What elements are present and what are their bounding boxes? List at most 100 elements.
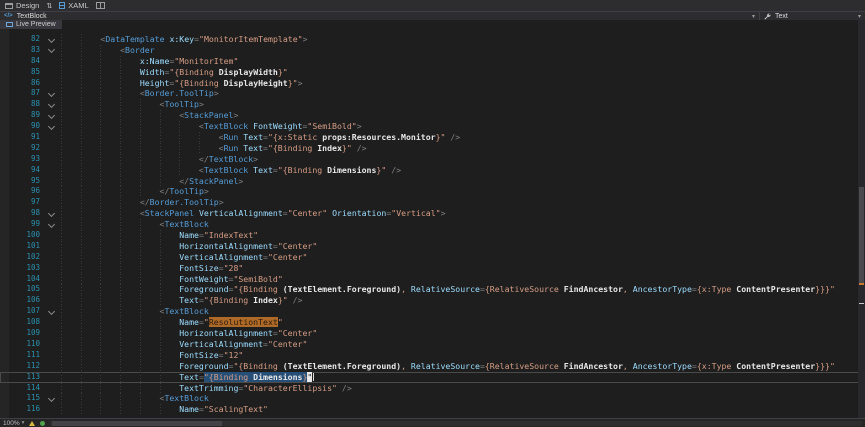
code-line[interactable]: 106Text="{Binding Index}" /> [0, 295, 865, 306]
live-preview-tab[interactable]: Live Preview [0, 20, 62, 29]
code-text[interactable]: Name="IndexText" [61, 230, 865, 241]
property-dropdown[interactable]: Text ▾ [760, 12, 865, 20]
token: ToolTip [164, 99, 199, 109]
code-line[interactable]: 83<Border [0, 45, 865, 56]
zoom-control[interactable]: 100% ▾ [3, 420, 24, 427]
code-text[interactable]: Foreground="{Binding (TextElement.Foregr… [61, 361, 865, 372]
code-line[interactable]: 116Name="ScalingText" [0, 404, 865, 415]
code-line[interactable]: 82<DataTemplate x:Key="MonitorItemTempla… [0, 34, 865, 45]
code-line[interactable]: 87<Border.ToolTip> [0, 88, 865, 99]
code-text[interactable]: Foreground="{Binding (TextElement.Foregr… [61, 284, 865, 295]
code-text[interactable]: FontWeight="SemiBold" [61, 274, 865, 285]
code-text[interactable]: Text="{Binding Dimensions}" [61, 372, 865, 383]
code-line[interactable]: 111FontSize="12" [0, 350, 865, 361]
code-text[interactable]: </Border.ToolTip> [61, 197, 865, 208]
line-number: 114 [0, 383, 44, 394]
code-line[interactable]: 84x:Name="MonitorItem" [0, 56, 865, 67]
code-text[interactable]: FontSize="12" [61, 350, 865, 361]
code-text[interactable]: <TextBlock [61, 393, 865, 404]
code-line[interactable]: 114 TextTrimming="CharacterEllipsis" /> [0, 383, 865, 394]
element-dropdown[interactable]: </> TextBlock ▾ [0, 12, 760, 20]
fold-toggle[interactable] [44, 121, 61, 132]
code-text[interactable]: <StackPanel VerticalAlignment="Center" O… [61, 208, 865, 219]
code-text[interactable]: HorizontalAlignment="Center" [61, 241, 865, 252]
code-line[interactable]: 93</TextBlock> [0, 154, 865, 165]
fold-toggle[interactable] [44, 219, 61, 230]
code-line[interactable]: 99<TextBlock [0, 219, 865, 230]
fold-toggle[interactable] [44, 393, 61, 404]
code-text[interactable]: </TextBlock> [61, 154, 865, 165]
code-line[interactable]: 96</ToolTip> [0, 186, 865, 197]
code-line[interactable]: 100Name="IndexText" [0, 230, 865, 241]
code-line[interactable]: 112Foreground="{Binding (TextElement.For… [0, 361, 865, 372]
code-line[interactable]: 92<Run Text="{Binding Index}" /> [0, 143, 865, 154]
code-line[interactable]: 108Name="ResolutionText" [0, 317, 865, 328]
warning-icon[interactable] [29, 421, 35, 426]
code-text[interactable]: <Border.ToolTip> [61, 88, 865, 99]
code-text[interactable]: <StackPanel> [61, 110, 865, 121]
code-text[interactable]: VerticalAlignment="Center" [61, 252, 865, 263]
status-ok-icon[interactable] [40, 421, 45, 426]
code-line[interactable]: 103FontSize="28" [0, 263, 865, 274]
code-line[interactable]: 115<TextBlock [0, 393, 865, 404]
code-line[interactable]: 104FontWeight="SemiBold" [0, 274, 865, 285]
code-line[interactable]: 88<ToolTip> [0, 99, 865, 110]
code-text[interactable]: </StackPanel> [61, 176, 865, 187]
code-line[interactable]: 107<TextBlock [0, 306, 865, 317]
code-text[interactable]: <Run Text="{x:Static props:Resources.Mon… [61, 132, 865, 143]
code-text[interactable]: <DataTemplate x:Key="MonitorItemTemplate… [61, 34, 865, 45]
code-text[interactable]: <TextBlock [61, 219, 865, 230]
hscrollbar-thumb[interactable] [52, 421, 222, 426]
code-line[interactable]: 94<TextBlock Text="{Binding Dimensions}"… [0, 165, 865, 176]
code-line[interactable]: 89<StackPanel> [0, 110, 865, 121]
code-text[interactable]: </ToolTip> [61, 186, 865, 197]
code-line[interactable]: 85Width="{Binding DisplayWidth}" [0, 67, 865, 78]
code-text[interactable]: HorizontalAlignment="Center" [61, 328, 865, 339]
code-line[interactable]: 98<StackPanel VerticalAlignment="Center"… [0, 208, 865, 219]
code-line[interactable]: 110VerticalAlignment="Center" [0, 339, 865, 350]
code-text[interactable]: Width="{Binding DisplayWidth}" [61, 67, 865, 78]
split-view-icon[interactable] [96, 2, 105, 9]
fold-toggle[interactable] [44, 45, 61, 56]
code-line[interactable]: 102VerticalAlignment="Center" [0, 252, 865, 263]
code-text[interactable]: <TextBlock Text="{Binding Dimensions}" /… [61, 165, 865, 176]
token: Border [125, 45, 155, 55]
swap-panes-icon[interactable]: ⇅ [46, 2, 52, 10]
code-line[interactable]: 90<TextBlock FontWeight="SemiBold"> [0, 121, 865, 132]
tab-xaml[interactable]: XAML [59, 1, 88, 10]
fold-toggle[interactable] [44, 88, 61, 99]
scrollbar-thumb[interactable] [859, 187, 864, 283]
code-text[interactable]: Height="{Binding DisplayHeight}"> [61, 78, 865, 89]
code-text[interactable]: Text="{Binding Index}" /> [61, 295, 865, 306]
tab-design[interactable]: Design [5, 1, 39, 10]
code-line[interactable]: 113Text="{Binding Dimensions}" [0, 372, 865, 383]
code-text[interactable]: x:Name="MonitorItem" [61, 56, 865, 67]
code-line[interactable]: 86Height="{Binding DisplayHeight}"> [0, 78, 865, 89]
code-line[interactable]: 97</Border.ToolTip> [0, 197, 865, 208]
fold-toggle[interactable] [44, 208, 61, 219]
fold-toggle[interactable] [44, 99, 61, 110]
fold-toggle[interactable] [44, 110, 61, 121]
code-area[interactable]: 82<DataTemplate x:Key="MonitorItemTempla… [0, 20, 865, 415]
code-text[interactable]: VerticalAlignment="Center" [61, 339, 865, 350]
indent-guide [140, 306, 160, 317]
code-line[interactable]: 109HorizontalAlignment="Center" [0, 328, 865, 339]
code-text[interactable]: <TextBlock FontWeight="SemiBold"> [61, 121, 865, 132]
code-line[interactable]: 91<Run Text="{x:Static props:Resources.M… [0, 132, 865, 143]
code-text[interactable]: <TextBlock [61, 306, 865, 317]
code-text[interactable]: <Border [61, 45, 865, 56]
fold-toggle[interactable] [44, 306, 61, 317]
vertical-scrollbar[interactable] [858, 20, 865, 418]
code-line[interactable]: 101HorizontalAlignment="Center" [0, 241, 865, 252]
code-text[interactable]: Name="ResolutionText" [61, 317, 865, 328]
horizontal-scrollbar[interactable] [50, 421, 862, 426]
fold-toggle[interactable] [44, 34, 61, 45]
code-text[interactable]: FontSize="28" [61, 263, 865, 274]
code-text[interactable]: TextTrimming="CharacterEllipsis" /> [61, 383, 865, 394]
token: StackPanel [145, 208, 194, 218]
code-line[interactable]: 105Foreground="{Binding (TextElement.For… [0, 284, 865, 295]
code-text[interactable]: <ToolTip> [61, 99, 865, 110]
code-line[interactable]: 95</StackPanel> [0, 176, 865, 187]
code-text[interactable]: Name="ScalingText" [61, 404, 865, 415]
code-text[interactable]: <Run Text="{Binding Index}" /> [61, 143, 865, 154]
